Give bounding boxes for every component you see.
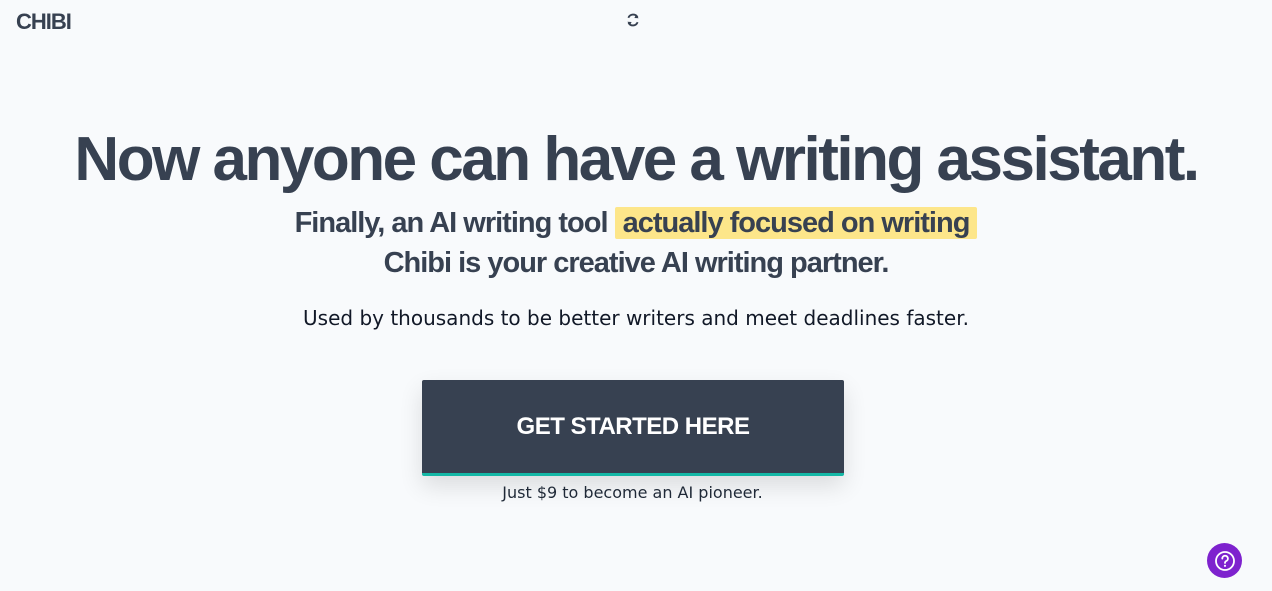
get-started-button[interactable]: GET STARTED HERE xyxy=(422,380,844,476)
tagline: Used by thousands to be better writers a… xyxy=(303,306,969,330)
subheadline-highlight: actually focused on writing xyxy=(614,207,978,239)
help-button[interactable] xyxy=(1207,543,1242,578)
help-question-icon xyxy=(1214,550,1235,571)
subheadline: Finally, an AI writing tool actually foc… xyxy=(0,203,1272,283)
subheadline-prefix: Finally, an AI writing tool xyxy=(294,207,609,239)
price-note: Just $9 to become an AI pioneer. xyxy=(502,483,763,502)
subheadline-line-1: Finally, an AI writing tool actually foc… xyxy=(0,203,1272,243)
page-title: Now anyone can have a writing assistant. xyxy=(74,125,1200,194)
refresh-icon[interactable] xyxy=(624,11,642,29)
logo[interactable]: CHIBI xyxy=(16,9,72,35)
subheadline-line-2: Chibi is your creative AI writing partne… xyxy=(383,247,890,279)
landing-page: CHIBI Now anyone can have a writing assi… xyxy=(0,0,1272,591)
